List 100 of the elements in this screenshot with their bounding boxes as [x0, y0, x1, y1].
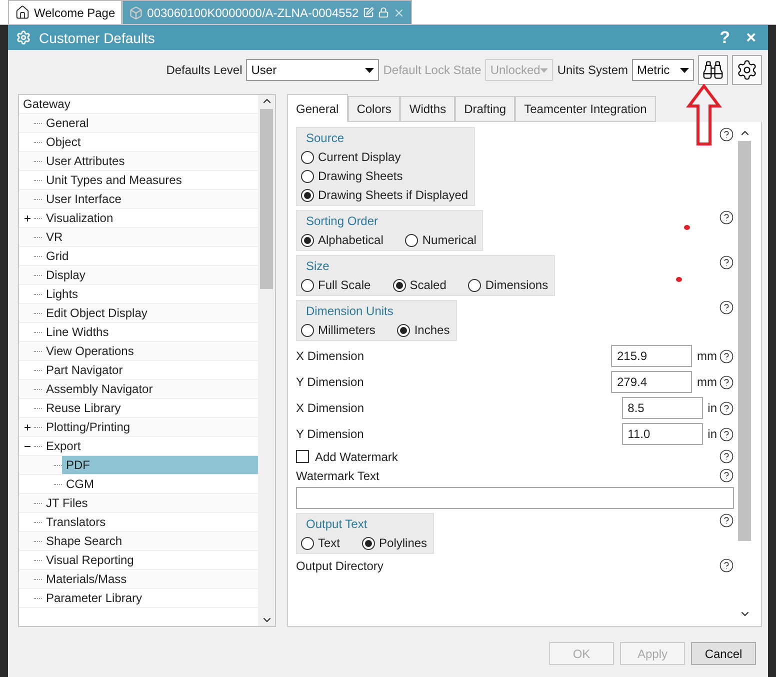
help-icon[interactable]: [719, 127, 734, 142]
annotation-arrow: [686, 84, 722, 146]
edit-icon[interactable]: [362, 7, 374, 18]
window-title: Customer Defaults: [39, 30, 156, 46]
field-label: Defaults Level: [166, 63, 242, 77]
radio-option[interactable]: Millimeters: [301, 323, 376, 337]
panel-tab[interactable]: Teamcenter Integration: [515, 96, 656, 122]
radio-option[interactable]: Full Scale: [301, 278, 371, 292]
radio-button[interactable]: [397, 324, 410, 336]
radio-button[interactable]: [362, 536, 376, 550]
help-icon[interactable]: [719, 374, 734, 390]
help-icon[interactable]: [719, 400, 734, 416]
tree-item[interactable]: Translators: [42, 513, 258, 531]
radio-option[interactable]: Dimensions: [468, 278, 548, 292]
number-field[interactable]: 279.4: [611, 371, 692, 393]
tree-item[interactable]: Reuse Library: [42, 399, 258, 417]
tree-item[interactable]: Part Navigator: [42, 361, 258, 379]
unit-label: in: [706, 401, 717, 415]
help-icon[interactable]: [719, 300, 734, 315]
radio-button[interactable]: [301, 170, 314, 182]
field-label: X Dimension: [296, 349, 364, 363]
unit-label: mm: [696, 375, 717, 389]
checkbox[interactable]: [296, 450, 309, 463]
number-field[interactable]: 8.5: [622, 397, 703, 419]
text-field[interactable]: [296, 487, 734, 509]
tree-item[interactable]: PDF: [62, 456, 258, 474]
unit-label: mm: [696, 349, 717, 363]
number-field[interactable]: 11.0: [622, 423, 703, 445]
document-tab[interactable]: Welcome Page: [8, 0, 122, 24]
radio-button[interactable]: [301, 536, 314, 550]
annotation-dot: [676, 277, 682, 282]
help-icon[interactable]: [719, 426, 734, 442]
radio-option[interactable]: Drawing Sheets: [301, 169, 468, 183]
radio-option[interactable]: Alphabetical: [301, 233, 384, 247]
help-icon[interactable]: [719, 468, 734, 483]
caret-icon: [365, 68, 374, 72]
tree-root[interactable]: Gateway: [19, 95, 258, 113]
tree-item[interactable]: CGM: [62, 475, 258, 493]
field-label: Watermark Text: [296, 468, 380, 482]
house-icon: [15, 5, 30, 20]
field-label: Units System: [557, 63, 628, 77]
number-field[interactable]: 215.9: [611, 345, 692, 367]
tree-item[interactable]: Grid: [42, 247, 258, 265]
radio-button[interactable]: [301, 234, 314, 246]
tree-item[interactable]: Visual Reporting: [42, 551, 258, 569]
caret-icon: [540, 68, 548, 72]
group-title: Source: [305, 131, 346, 145]
dropdown[interactable]: Metric: [632, 59, 694, 81]
help-icon[interactable]: [719, 449, 734, 464]
scrollbar[interactable]: [258, 95, 275, 626]
radio-option[interactable]: Inches: [397, 323, 450, 337]
settings-icon: [16, 30, 31, 45]
field-label: Y Dimension: [296, 375, 364, 389]
radio-button[interactable]: [301, 188, 314, 202]
radio-option[interactable]: Scaled: [392, 278, 446, 292]
annotation-dot: [684, 225, 690, 230]
field-label: Y Dimension: [296, 427, 364, 441]
help-icon[interactable]: [719, 348, 734, 364]
radio-option[interactable]: Drawing Sheets if Displayed: [301, 188, 468, 202]
radio-option[interactable]: Text: [301, 536, 340, 550]
tree-item[interactable]: Unit Types and Measures: [42, 171, 258, 189]
panel-tab[interactable]: Widths: [400, 96, 456, 122]
help-icon[interactable]: [719, 210, 734, 225]
lock-icon: [378, 7, 389, 18]
group-title: Size: [305, 259, 330, 273]
expand-icon[interactable]: [23, 422, 32, 432]
help-icon[interactable]: [719, 513, 734, 528]
tree-item[interactable]: Line Widths: [42, 323, 258, 341]
panel-tab[interactable]: Colors: [348, 96, 400, 122]
help-icon[interactable]: [719, 255, 734, 270]
settings-button[interactable]: [732, 55, 762, 85]
caret-icon: [680, 68, 689, 72]
tree-item[interactable]: Export: [42, 437, 258, 455]
tree-item[interactable]: Lights: [42, 285, 258, 303]
radio-button[interactable]: [301, 150, 314, 164]
find-button[interactable]: [698, 55, 728, 85]
radio-button[interactable]: [405, 234, 418, 246]
group-title: Output Text: [305, 517, 368, 531]
expand-icon[interactable]: [23, 214, 32, 222]
dialog-button[interactable]: Cancel: [691, 642, 756, 665]
field-label: Default Lock State: [383, 63, 482, 77]
panel-tab[interactable]: Drafting: [455, 96, 516, 122]
group-title: Dimension Units: [305, 304, 394, 318]
tree-item[interactable]: Parameter Library: [42, 589, 258, 607]
field-label: Output Directory: [296, 558, 384, 572]
field-label: X Dimension: [296, 401, 364, 415]
radio-button[interactable]: [301, 324, 314, 336]
radio-button[interactable]: [468, 278, 482, 292]
group-title: Sorting Order: [305, 214, 380, 228]
radio-option[interactable]: Current Display: [301, 150, 468, 164]
panel-tab[interactable]: General: [287, 94, 348, 122]
dropdown[interactable]: User: [246, 59, 380, 81]
radio-button[interactable]: [301, 278, 314, 292]
tree-item[interactable]: Object: [42, 133, 258, 151]
tree-item[interactable]: Visualization: [42, 209, 258, 227]
radio-option[interactable]: Numerical: [405, 233, 476, 247]
radio-option[interactable]: Polylines: [362, 536, 428, 550]
help-icon[interactable]: [719, 558, 734, 573]
unit-label: in: [706, 427, 717, 441]
radio-button[interactable]: [392, 278, 406, 292]
